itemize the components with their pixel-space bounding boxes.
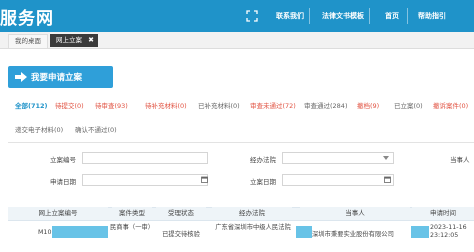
col-court: 经办法院 bbox=[212, 207, 292, 219]
filter-pending-materials[interactable]: 待补充材料(0) bbox=[145, 100, 187, 110]
cell-party: 深圳市秉要实业股份有限公司 bbox=[312, 231, 394, 238]
filter-withdrawn[interactable]: 撤档(9) bbox=[357, 100, 379, 110]
redaction-block bbox=[296, 226, 312, 238]
fullscreen-icon[interactable] bbox=[246, 10, 258, 22]
nav-separator bbox=[369, 8, 370, 24]
apply-date-input[interactable] bbox=[82, 174, 208, 186]
redaction-block bbox=[411, 226, 429, 238]
filter-pending-submit[interactable]: 待提交(0) bbox=[55, 100, 84, 110]
cell-case-type: 民商事（一审） bbox=[110, 224, 155, 231]
nav-help-guide[interactable]: 帮助指引 bbox=[418, 0, 446, 32]
col-party: 当事人 bbox=[300, 207, 410, 219]
col-case-type: 案件类型 bbox=[112, 207, 152, 219]
apply-filing-button[interactable]: 我要申请立案 bbox=[8, 66, 113, 88]
nav-legal-templates[interactable]: 法律文书模板 bbox=[322, 0, 364, 32]
filter-materials-supplemented[interactable]: 已补充材料(0) bbox=[198, 100, 240, 110]
case-no-label: 立案编号 bbox=[50, 156, 76, 164]
filter-all[interactable]: 全部(712) bbox=[15, 100, 48, 110]
chevron-down-icon bbox=[383, 156, 389, 160]
case-no-input[interactable] bbox=[82, 152, 208, 164]
court-label: 经办法院 bbox=[250, 156, 276, 164]
tab-label: 网上立案 bbox=[56, 36, 82, 44]
nav-separator bbox=[407, 8, 408, 24]
apply-date-label: 申请日期 bbox=[50, 178, 76, 186]
court-select[interactable] bbox=[282, 152, 394, 164]
filing-date-label: 立案日期 bbox=[250, 178, 276, 186]
filter-withdrawn-cases[interactable]: 撤诉案件(0) bbox=[433, 100, 468, 110]
filter-pending-review[interactable]: 待审查(93) bbox=[95, 100, 128, 110]
tab-my-desktop[interactable]: 我的桌面 bbox=[8, 34, 48, 48]
nav-contact-us[interactable]: 联系我们 bbox=[276, 0, 304, 32]
cell-court: 广东省深圳市中级人民法院 bbox=[215, 224, 291, 231]
filter-review-passed[interactable]: 审查通过(284) bbox=[304, 100, 347, 110]
section-divider bbox=[8, 142, 474, 143]
close-icon[interactable]: ✖ bbox=[88, 34, 94, 47]
col-status: 受理状态 bbox=[156, 207, 206, 219]
filing-date-input[interactable] bbox=[282, 174, 394, 186]
apply-filing-label: 我要申请立案 bbox=[31, 73, 83, 83]
filter-review-rejected[interactable]: 审查未通过(72) bbox=[250, 100, 296, 110]
filter-submit-e-materials[interactable]: 递交电子材料(0) bbox=[15, 124, 63, 134]
nav-separator bbox=[309, 8, 310, 24]
cell-status: 已提交待核验 bbox=[162, 231, 200, 238]
tab-online-filing[interactable]: 网上立案 ✖ bbox=[50, 34, 98, 47]
redaction-block bbox=[52, 226, 108, 238]
top-header: 服务网 联系我们 法律文书模板 首页 帮助指引 bbox=[0, 0, 474, 32]
col-case-no: 网上立案编号 bbox=[8, 207, 108, 219]
calendar-icon[interactable] bbox=[384, 176, 391, 183]
arrow-right-icon bbox=[15, 72, 27, 82]
col-apply-time: 申请时间 bbox=[412, 207, 474, 219]
tab-bar: 我的桌面 网上立案 ✖ bbox=[0, 32, 474, 49]
party-label: 当事人 bbox=[450, 156, 470, 164]
filter-filed[interactable]: 已立案(0) bbox=[394, 100, 423, 110]
cell-apply-time: 2023-11-16 23:12:05 bbox=[430, 224, 467, 239]
cell-case-no: M10 bbox=[38, 229, 52, 236]
filter-confirm-rejected[interactable]: 确认不通过(0) bbox=[75, 124, 117, 134]
calendar-icon[interactable] bbox=[201, 176, 208, 183]
nav-home[interactable]: 首页 bbox=[385, 0, 399, 32]
site-title: 服务网 bbox=[0, 9, 54, 29]
